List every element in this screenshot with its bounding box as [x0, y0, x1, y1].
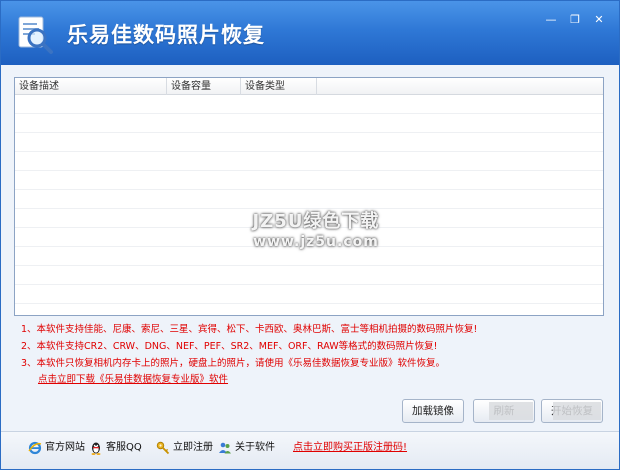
- list-row: [15, 191, 603, 209]
- official-site-label: 官方网站: [45, 442, 85, 453]
- column-filler: [317, 78, 603, 95]
- register-now-link[interactable]: 立即注册: [156, 439, 213, 457]
- bottom-bar: 官方网站 客服QQ 立即注册 关于软件 点击立即购买正版注册码!: [1, 431, 619, 469]
- column-device-capacity[interactable]: 设备容量: [167, 78, 241, 95]
- notes-block: 1、本软件支持佳能、尼康、索尼、三星、宾得、松下、卡西欧、奥林巴斯、富士等相机拍…: [21, 321, 601, 372]
- blur-patch: [489, 402, 533, 420]
- list-row: [15, 210, 603, 228]
- app-window: 乐易佳数码照片恢复 — ❐ ✕ 设备描述 设备容量 设备类型 JZ5U绿色下载 …: [0, 0, 620, 470]
- app-title: 乐易佳数码照片恢复: [67, 23, 265, 47]
- list-row: [15, 153, 603, 171]
- restore-button[interactable]: ❐: [565, 11, 585, 29]
- list-row: [15, 286, 603, 304]
- device-list[interactable]: 设备描述 设备容量 设备类型: [14, 77, 604, 316]
- window-controls: — ❐ ✕: [541, 11, 609, 29]
- load-image-button[interactable]: 加载镜像: [402, 399, 464, 423]
- list-row: [15, 229, 603, 247]
- list-row: [15, 267, 603, 285]
- qq-support-link[interactable]: 客服QQ: [89, 439, 142, 457]
- list-row: [15, 96, 603, 114]
- column-device-type[interactable]: 设备类型: [241, 78, 317, 95]
- ie-icon: [28, 441, 42, 455]
- magnifier-document-icon: [18, 16, 53, 54]
- people-icon: [219, 442, 231, 454]
- about-software-link[interactable]: 关于软件: [218, 439, 275, 457]
- note-memory-card-only: 3、本软件只恢复相机内存卡上的照片，硬盘上的照片，请使用《乐易佳数据恢复专业版》…: [21, 358, 446, 369]
- note-supported-brands: 1、本软件支持佳能、尼康、索尼、三星、宾得、松下、卡西欧、奥林巴斯、富士等相机拍…: [21, 324, 478, 335]
- close-button[interactable]: ✕: [589, 11, 609, 29]
- official-site-link[interactable]: 官方网站: [28, 439, 85, 457]
- device-list-header: 设备描述 设备容量 设备类型: [15, 78, 603, 95]
- qq-support-label: 客服QQ: [106, 442, 142, 453]
- title-bar[interactable]: 乐易佳数码照片恢复 — ❐ ✕: [1, 1, 619, 65]
- buy-license-link[interactable]: 点击立即购买正版注册码!: [293, 439, 407, 457]
- list-row: [15, 172, 603, 190]
- note-supported-formats: 2、本软件支持CR2、CRW、DNG、NEF、PEF、SR2、MEF、ORF、R…: [21, 341, 438, 352]
- column-device-description[interactable]: 设备描述: [15, 78, 167, 95]
- list-row: [15, 134, 603, 152]
- list-row: [15, 115, 603, 133]
- download-pro-link[interactable]: 点击立即下载《乐易佳数据恢复专业版》软件: [38, 373, 228, 387]
- key-icon: [156, 441, 170, 455]
- blur-patch: [553, 402, 601, 420]
- list-row: [15, 248, 603, 266]
- qq-penguin-icon: [91, 442, 101, 455]
- about-software-label: 关于软件: [235, 442, 275, 453]
- minimize-button[interactable]: —: [541, 11, 561, 29]
- register-now-label: 立即注册: [173, 442, 213, 453]
